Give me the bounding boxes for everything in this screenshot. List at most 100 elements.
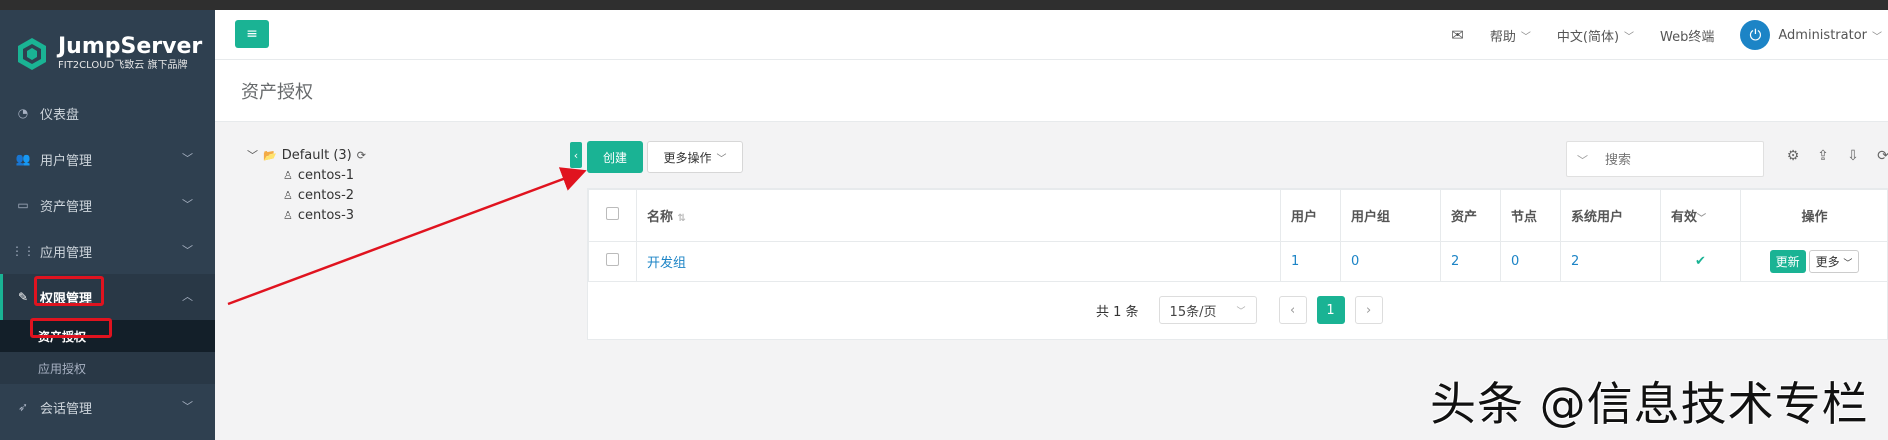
sidebar-subitem-label: 应用授权: [38, 361, 87, 376]
logo-icon: [18, 38, 46, 70]
download-icon[interactable]: ⇩: [1838, 148, 1868, 164]
prev-page-button[interactable]: ‹: [1278, 296, 1307, 324]
user-name: Administrator: [1778, 27, 1867, 43]
page-size-select[interactable]: 15条/页 ﹀: [1158, 296, 1257, 324]
cell-name[interactable]: 开发组: [636, 241, 1281, 282]
row-more-label: 更多: [1815, 255, 1840, 269]
sidebar: JumpServer FIT2CLOUD飞致云 旗下品牌 ◔ 仪表盘 👥 用户管…: [0, 10, 215, 440]
help-menu[interactable]: 帮助 ﹀: [1490, 26, 1531, 45]
more-actions-button[interactable]: 更多操作 ﹀: [647, 141, 743, 173]
user-menu[interactable]: ⏻ Administrator ﹀: [1740, 20, 1882, 50]
column-label: 名称: [647, 210, 674, 225]
linux-icon: ♙: [283, 208, 293, 222]
tree-node-label: centos-2: [297, 187, 355, 203]
inbox-icon: ▭: [17, 198, 29, 212]
chevron-down-icon: ﹀: [1236, 306, 1246, 317]
top-strip: [0, 0, 1888, 10]
cell-user-groups[interactable]: 0: [1340, 241, 1441, 282]
language-label: 中文(简体): [1556, 29, 1620, 45]
envelope-icon: ✉: [1451, 26, 1464, 44]
logo[interactable]: JumpServer FIT2CLOUD飞致云 旗下品牌: [14, 24, 202, 84]
column-header-assets: 资产: [1440, 189, 1501, 242]
topbar: ≡ ✉ 帮助 ﹀ 中文(简体) ﹀ Web终端 ⏻ Administrator …: [215, 10, 1888, 60]
chevron-down-icon: ﹀: [1843, 259, 1853, 269]
update-button[interactable]: 更新: [1769, 250, 1806, 273]
cell-system-users[interactable]: 2: [1560, 241, 1661, 282]
checkmark-icon: ✔: [1695, 254, 1706, 269]
cell-users[interactable]: 1: [1280, 241, 1341, 282]
chevron-left-icon: ‹: [573, 148, 579, 162]
page-size-value: 15条/页: [1169, 304, 1217, 320]
column-header-valid[interactable]: 有效﹀: [1660, 189, 1741, 242]
table-header-row: 名称 ⇅ 用户 用户组 资产 节点 系统用户 有效﹀ 操作: [588, 189, 1888, 242]
page-button-current[interactable]: 1: [1316, 296, 1345, 324]
help-label: 帮助: [1489, 29, 1516, 45]
column-header-system-users: 系统用户: [1560, 189, 1661, 242]
sidebar-item-permissions[interactable]: ✎ 权限管理 ︿: [0, 274, 215, 320]
sidebar-item-applications[interactable]: ⋮⋮ 应用管理 ﹀: [0, 228, 215, 274]
cell-actions: 更新 更多 ﹀: [1740, 241, 1888, 282]
sidebar-item-label: 用户管理: [40, 153, 93, 169]
hamburger-icon: ≡: [246, 26, 258, 42]
sidebar-item-label: 资产管理: [40, 199, 93, 215]
upload-icon[interactable]: ⇪: [1808, 148, 1838, 164]
chevron-down-icon: ﹀: [1624, 31, 1635, 43]
tree-node[interactable]: ♙ centos-2: [247, 185, 371, 205]
refresh-icon[interactable]: ⟳: [1868, 148, 1888, 164]
cell-valid: ✔: [1660, 241, 1741, 282]
watermark: 头条 @信息技术专栏: [1430, 377, 1869, 431]
chevron-up-icon: ︿: [182, 290, 193, 303]
highlight-box-permissions: [34, 276, 104, 306]
menu-toggle-button[interactable]: ≡: [235, 20, 269, 48]
pagination-total: 共 1 条: [1096, 304, 1139, 320]
cell-nodes[interactable]: 0: [1500, 241, 1561, 282]
grid-icon: ⋮⋮: [11, 244, 35, 258]
web-terminal-link[interactable]: Web终端: [1660, 26, 1714, 45]
tree-node[interactable]: ♙ centos-3: [247, 205, 371, 225]
asset-tree: ﹀ 📂 Default (3) ⟳ ♙ centos-1 ♙ centos-2 …: [247, 145, 371, 225]
column-label: 有效: [1671, 210, 1698, 225]
rocket-icon: ➶: [17, 400, 29, 414]
sidebar-item-dashboard[interactable]: ◔ 仪表盘: [0, 90, 215, 136]
chevron-down-icon: ﹀: [247, 149, 258, 162]
pagination: 共 1 条 15条/页 ﹀ ‹ 1 ›: [1096, 296, 1393, 324]
users-icon: 👥: [15, 152, 31, 166]
row-more-button[interactable]: 更多 ﹀: [1808, 250, 1860, 273]
select-all-checkbox[interactable]: [606, 207, 619, 220]
settings-icon[interactable]: ⚙: [1778, 148, 1808, 164]
table-tools: ⚙ ⇪ ⇩ ⟳: [1778, 148, 1888, 164]
edit-icon: ✎: [17, 290, 29, 304]
tree-collapse-button[interactable]: ‹: [570, 142, 582, 168]
tree-root-node[interactable]: ﹀ 📂 Default (3) ⟳: [247, 145, 371, 165]
sidebar-item-assets[interactable]: ▭ 资产管理 ﹀: [0, 182, 215, 228]
brand-tagline: FIT2CLOUD飞致云 旗下品牌: [58, 60, 188, 71]
column-header-user-groups: 用户组: [1340, 189, 1441, 242]
sidebar-item-users[interactable]: 👥 用户管理 ﹀: [0, 136, 215, 182]
messages-button[interactable]: ✉: [1451, 26, 1464, 44]
more-actions-label: 更多操作: [663, 150, 712, 165]
language-menu[interactable]: 中文(简体) ﹀: [1557, 26, 1634, 45]
avatar: ⏻: [1740, 20, 1771, 50]
chevron-down-icon: ﹀: [1520, 31, 1531, 43]
search-input[interactable]: [1605, 150, 1755, 170]
sidebar-item-sessions[interactable]: ➶ 会话管理 ﹀: [0, 384, 215, 430]
brand-name: JumpServer: [58, 34, 203, 59]
next-page-button[interactable]: ›: [1354, 296, 1383, 324]
chevron-right-icon: ›: [1365, 302, 1372, 318]
sidebar-item-label: 应用管理: [40, 245, 93, 261]
column-header-users: 用户: [1280, 189, 1341, 242]
tree-node-label: centos-3: [297, 207, 355, 223]
sidebar-subitem-app-permission[interactable]: 应用授权: [0, 352, 215, 384]
chevron-down-icon: ﹀: [716, 153, 727, 165]
tree-node[interactable]: ♙ centos-1: [247, 165, 371, 185]
create-button[interactable]: 创建: [587, 141, 643, 173]
sidebar-item-label: 仪表盘: [40, 107, 80, 123]
row-checkbox[interactable]: [606, 253, 619, 266]
power-icon: ⏻: [1749, 26, 1762, 44]
cell-assets[interactable]: 2: [1440, 241, 1501, 282]
web-terminal-label: Web终端: [1660, 29, 1715, 45]
chevron-down-icon[interactable]: ﹀: [1577, 152, 1588, 168]
refresh-icon[interactable]: ⟳: [357, 149, 366, 162]
column-header-name[interactable]: 名称 ⇅: [636, 189, 1281, 242]
chevron-down-icon: ﹀: [182, 244, 193, 257]
